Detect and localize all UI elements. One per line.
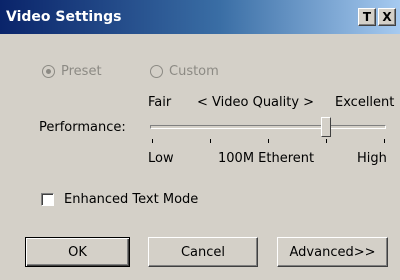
slider-tick xyxy=(152,139,153,143)
video-quality-label: < Video Quality > xyxy=(197,95,315,110)
enhanced-text-checkbox[interactable] xyxy=(41,193,54,206)
custom-radio[interactable]: Custom xyxy=(150,64,219,79)
preset-radio-icon xyxy=(42,65,55,78)
performance-label: Performance: xyxy=(39,120,126,135)
bandwidth-label: 100M Etherent xyxy=(218,151,315,166)
close-button[interactable]: X xyxy=(378,8,396,26)
slider-tick xyxy=(268,139,269,143)
high-label: High xyxy=(357,151,387,166)
fair-label: Fair xyxy=(148,95,172,110)
slider-tick xyxy=(384,139,385,143)
slider-tick xyxy=(210,139,211,143)
low-label: Low xyxy=(148,151,174,166)
custom-radio-icon xyxy=(150,65,163,78)
title-bar: Video Settings T X xyxy=(0,0,400,34)
cancel-button[interactable]: Cancel xyxy=(148,237,258,267)
advanced-button[interactable]: Advanced>> xyxy=(277,237,388,267)
excellent-label: Excellent xyxy=(335,95,395,110)
window-title: Video Settings xyxy=(6,9,122,25)
video-quality-slider-thumb[interactable] xyxy=(321,117,331,137)
video-quality-slider-track[interactable] xyxy=(150,125,386,129)
custom-radio-label: Custom xyxy=(169,64,219,79)
preset-radio-label: Preset xyxy=(61,64,102,79)
preset-radio[interactable]: Preset xyxy=(42,64,102,79)
pin-button[interactable]: T xyxy=(358,8,376,26)
slider-tick xyxy=(326,139,327,143)
ok-button[interactable]: OK xyxy=(25,237,130,267)
enhanced-text-label: Enhanced Text Mode xyxy=(64,192,199,207)
